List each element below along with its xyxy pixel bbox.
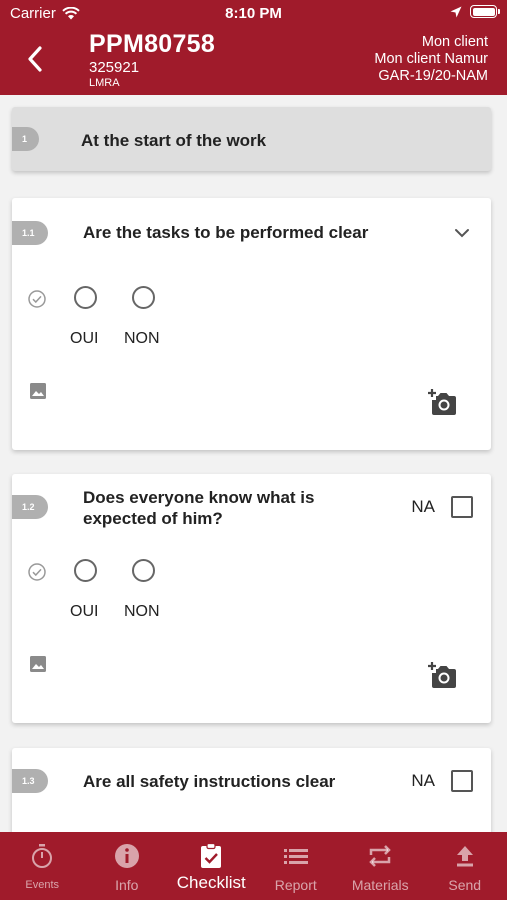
status-right	[450, 5, 500, 18]
client-info: Mon client Mon client Namur GAR-19/20-NA…	[374, 34, 488, 85]
option-non-label: NON	[124, 330, 160, 347]
checklist-content[interactable]: 1 At the start of the work 1.1 Are the t…	[0, 95, 507, 832]
list-icon	[283, 849, 308, 864]
question-card: 1.1 Are the tasks to be performed clear …	[12, 198, 491, 450]
tab-events[interactable]: Events	[0, 832, 85, 900]
option-oui-label: OUI	[70, 603, 99, 620]
clipboard-check-icon	[201, 843, 222, 868]
upload-icon	[456, 846, 473, 867]
na-checkbox[interactable]	[451, 770, 473, 792]
page-tag: LMRA	[89, 77, 120, 89]
tab-info[interactable]: Info	[85, 832, 170, 900]
question-number-badge: 1.3	[12, 769, 48, 793]
tab-info-label: Info	[115, 877, 139, 893]
client-code: GAR-19/20-NAM	[378, 68, 488, 84]
question-number-badge: 1.1	[12, 221, 48, 245]
tab-checklist[interactable]: Checklist	[169, 832, 254, 900]
na-label: NA	[411, 771, 435, 790]
radio-non[interactable]	[132, 559, 155, 582]
tab-materials[interactable]: Materials	[338, 832, 423, 900]
na-option[interactable]: NA	[411, 770, 473, 792]
title-block: PPM80758 325921 LMRA	[89, 30, 215, 90]
section-title: At the start of the work	[81, 131, 267, 150]
chevron-left-icon	[28, 46, 42, 72]
radio-oui[interactable]	[74, 286, 97, 309]
page-title: PPM80758	[89, 30, 216, 58]
option-oui-label: OUI	[70, 330, 99, 347]
question-number-badge: 1.2	[12, 495, 48, 519]
bottom-tab-bar: Events Info Checklist Report Materials S…	[0, 832, 507, 900]
radio-non[interactable]	[132, 286, 155, 309]
add-photo-icon[interactable]	[427, 661, 457, 689]
tab-materials-label: Materials	[351, 877, 409, 893]
option-non-label: NON	[124, 603, 160, 620]
question-text: Are the tasks to be performed clear	[83, 223, 369, 242]
question-text: Does everyone know what is expected of h…	[83, 488, 315, 528]
info-icon	[114, 844, 139, 868]
image-icon[interactable]	[29, 382, 47, 400]
page-subtitle: 325921	[89, 59, 140, 76]
tab-report-label: Report	[274, 877, 317, 893]
tab-checklist-label: Checklist	[176, 873, 246, 892]
stopwatch-icon	[32, 844, 53, 868]
location-arrow-icon	[450, 6, 462, 17]
question-card: 1.2 Does everyone know what is expected …	[12, 474, 491, 723]
chevron-down-icon[interactable]	[451, 222, 473, 244]
client-location: Mon client Namur	[374, 51, 488, 67]
question-card: 1.3 Are all safety instructions clear NA	[12, 748, 491, 832]
tab-send[interactable]: Send	[423, 832, 507, 900]
section-header: 1 At the start of the work	[12, 107, 491, 171]
section-number-badge: 1	[12, 127, 39, 151]
image-icon[interactable]	[29, 655, 47, 673]
swap-icon	[369, 845, 392, 867]
na-label: NA	[411, 497, 435, 516]
add-photo-icon[interactable]	[427, 388, 457, 416]
question-text: Are all safety instructions clear	[83, 772, 336, 791]
client-name: Mon client	[421, 34, 488, 50]
na-checkbox[interactable]	[451, 496, 473, 518]
check-circle-icon	[28, 563, 46, 581]
app-header: Carrier 8:10 PM PPM80758 325921 LMRA Mon…	[0, 0, 507, 95]
battery-icon	[470, 5, 500, 18]
check-circle-icon	[28, 290, 46, 308]
back-button[interactable]	[20, 42, 50, 76]
radio-oui[interactable]	[74, 559, 97, 582]
status-bar: Carrier 8:10 PM	[0, 0, 507, 28]
na-option[interactable]: NA	[411, 496, 473, 518]
tab-events-label: Events	[25, 879, 60, 891]
status-time: 8:10 PM	[225, 5, 282, 22]
tab-report[interactable]: Report	[254, 832, 339, 900]
tab-send-label: Send	[448, 877, 482, 893]
